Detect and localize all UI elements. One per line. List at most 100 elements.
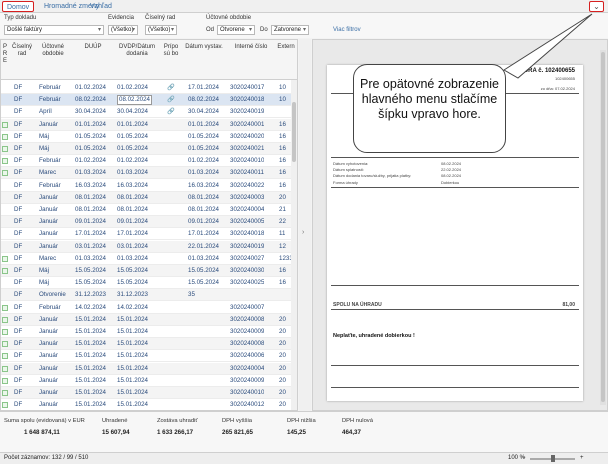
summary-spolu-value: 1 648 874,11 [24, 429, 60, 436]
table-cell: 20 [279, 401, 286, 409]
table-row[interactable]: DF Máj 01.05.2024 01.05.2024 01.05.2024 30202… [1, 131, 291, 143]
col-duup[interactable]: DUÚP [75, 44, 111, 51]
table-cell: DF [14, 315, 23, 323]
table-row[interactable]: DF Január 15.01.2024 15.01.2024 3020240010 20 [1, 387, 291, 399]
row-checkbox[interactable] [2, 316, 8, 323]
date-value-3: 08.02.2024 [441, 173, 462, 178]
table-cell: DF [14, 376, 23, 384]
table-cell: 3020240003 [230, 193, 265, 201]
table-cell: 10 [279, 96, 286, 104]
table-row[interactable]: DF Január 15.01.2024 15.01.2024 3020240008 20 [1, 313, 291, 326]
table-row[interactable]: DF Január 15.01.2024 15.01.2024 3020240006 20 [1, 350, 291, 363]
table-row[interactable]: DF Február 01.02.2024 01.02.2024 🔗 17.01.2024… [1, 82, 291, 94]
od-select[interactable]: Otvorene [217, 25, 255, 35]
row-checkbox[interactable] [2, 353, 8, 360]
table-cell: 3020240017 [230, 84, 265, 91]
tab-domov[interactable]: Domov [2, 1, 35, 12]
table-cell: 01.05.2024 [117, 145, 148, 152]
table-row[interactable]: DF Máj 01.05.2024 01.05.2024 01.05.2024 30202… [1, 143, 291, 155]
table-cell: Február [39, 303, 61, 311]
col-prilohy[interactable]: Prípo sú bo [161, 44, 181, 58]
zoom-out-icon[interactable]: − [522, 453, 526, 464]
col-datum-vystav[interactable]: Dátum vystav. [185, 44, 223, 51]
expand-ribbon-button[interactable]: ⌄ [589, 1, 604, 12]
row-checkbox[interactable] [2, 170, 8, 177]
row-checkbox[interactable] [2, 133, 8, 140]
preview-scroll-thumb[interactable] [601, 52, 605, 402]
table-row[interactable]: DF Január 15.01.2024 15.01.2024 3020240009 20 [1, 326, 291, 338]
table-row[interactable]: DF Január 09.01.2024 09.01.2024 09.01.2024 30… [1, 216, 291, 229]
row-checkbox[interactable] [2, 365, 8, 372]
table-row[interactable]: DF Február 14.02.2024 14.02.2024 3020240007 [1, 302, 291, 314]
table-cell: 08.01.2024 [117, 206, 148, 213]
preview-scrollbar[interactable] [600, 50, 606, 405]
table-row[interactable]: DF Január 15.01.2024 15.01.2024 3020240012 20 [1, 399, 291, 410]
table-row[interactable]: DF Január 17.01.2024 17.01.2024 17.01.2024 30… [1, 228, 291, 241]
divider [331, 387, 579, 388]
table-row[interactable]: DF Január 15.01.2024 15.01.2024 3020240009 20 [1, 375, 291, 387]
zoom-in-icon[interactable]: + [580, 453, 584, 464]
table-cell: 15.01.2024 [117, 401, 148, 409]
table-row[interactable]: DF Január 08.01.2024 08.01.2024 08.01.2024 30… [1, 204, 291, 216]
row-checkbox[interactable] [2, 121, 8, 128]
col-dvdp[interactable]: DVDP/Dátum dodania [115, 44, 159, 58]
typ-dokladu-select[interactable]: Došlé faktúry [4, 25, 104, 35]
table-row[interactable]: DF Máj 15.05.2024 15.05.2024 15.05.2024 30202… [1, 265, 291, 277]
table-cell: 01.03.2024 [75, 254, 106, 262]
row-checkbox[interactable] [2, 329, 8, 335]
tab-vzhlad[interactable]: Vzhľad [86, 1, 116, 12]
table-row[interactable]: DF Január 15.01.2024 15.01.2024 3020240008 20 [1, 338, 291, 351]
table-row[interactable]: DF Február 16.03.2024 16.03.2024 16.03.2024 3… [1, 180, 291, 192]
table-cell: 01.03.2024 [117, 169, 148, 177]
row-checkbox[interactable] [2, 268, 8, 274]
evidencia-select[interactable]: (Všetko) [108, 25, 138, 35]
table-row[interactable]: DF Január 01.01.2024 01.01.2024 01.01.2024 30… [1, 118, 291, 131]
table-row[interactable]: DF Február 01.02.2024 01.02.2024 01.02.2024 3… [1, 155, 291, 168]
table-cell: 09.01.2024 [117, 218, 148, 226]
table-cell: Január [39, 230, 58, 238]
table-cell: DF [14, 279, 23, 287]
grid-scroll-thumb[interactable] [292, 102, 296, 162]
col-externe[interactable]: Extern [277, 44, 295, 51]
date-label-1: Dátum vyhotovenia: [333, 161, 369, 166]
summary-dph-nizsia-label: DPH nižšia [287, 418, 316, 424]
col-pre[interactable]: P R E [2, 44, 8, 65]
row-checkbox[interactable] [2, 158, 8, 165]
table-row[interactable]: DF Apríl 30.04.2024 30.04.2024 🔗 30.04.2024 30… [1, 106, 291, 119]
row-checkbox[interactable] [2, 255, 8, 262]
table-cell: 3020240010 [230, 389, 265, 396]
table-cell: 3020240030 [230, 267, 265, 274]
summary-dph-nulova-value: 464,37 [342, 429, 361, 436]
zoom-slider-knob[interactable] [551, 455, 555, 462]
table-cell: 15.01.2024 [117, 376, 148, 384]
date-input[interactable]: 08.02.2024 [117, 95, 152, 106]
table-row[interactable]: DF Január 03.01.2024 03.01.2024 22.01.2024 30… [1, 240, 291, 253]
row-checkbox[interactable] [2, 402, 8, 409]
col-interne-cislo[interactable]: Interné číslo [227, 44, 275, 51]
table-cell: 16 [279, 120, 286, 128]
table-cell: DF [14, 352, 23, 360]
grid-scrollbar[interactable] [291, 80, 297, 410]
row-checkbox[interactable] [2, 341, 8, 348]
table-cell: 3020240007 [230, 303, 265, 311]
table-row[interactable]: DF Otvorenie 31.12.2023 31.12.2023 35 [1, 289, 291, 302]
col-ciselny-rad[interactable]: Číselný rad [11, 44, 33, 58]
row-checkbox[interactable] [2, 304, 8, 311]
table-row[interactable]: DF Marec 01.03.2024 01.03.2024 01.03.2024 302… [1, 167, 291, 180]
row-checkbox[interactable] [2, 377, 8, 384]
panel-splitter[interactable]: › [299, 39, 311, 411]
do-select[interactable]: Zatvorene [271, 25, 309, 35]
table-row[interactable]: DF Január 15.01.2024 15.01.2024 3020240004 20 [1, 362, 291, 375]
table-row[interactable]: DF Máj 15.05.2024 15.05.2024 15.05.2024 30202… [1, 277, 291, 290]
table-row[interactable]: DF Január 08.01.2024 08.01.2024 08.01.2024 30… [1, 191, 291, 204]
table-cell: 3020240019 [230, 108, 265, 116]
ciselny-rad-select[interactable]: (Všetko) [145, 25, 177, 35]
table-cell: 20 [279, 328, 286, 335]
row-checkbox[interactable] [2, 390, 8, 396]
col-uctovne-obdobie[interactable]: Účtovné obdobie [37, 44, 69, 58]
row-checkbox[interactable] [2, 146, 8, 152]
table-cell: 15.01.2024 [75, 328, 106, 335]
table-row[interactable]: DF Marec 01.03.2024 01.03.2024 01.03.2024 302… [1, 253, 293, 265]
more-filters-link[interactable]: Viac filtrov [333, 27, 361, 33]
table-row[interactable]: DF Február 08.02.2024 08.02.2024 🔗 08.02.2024… [1, 94, 291, 107]
